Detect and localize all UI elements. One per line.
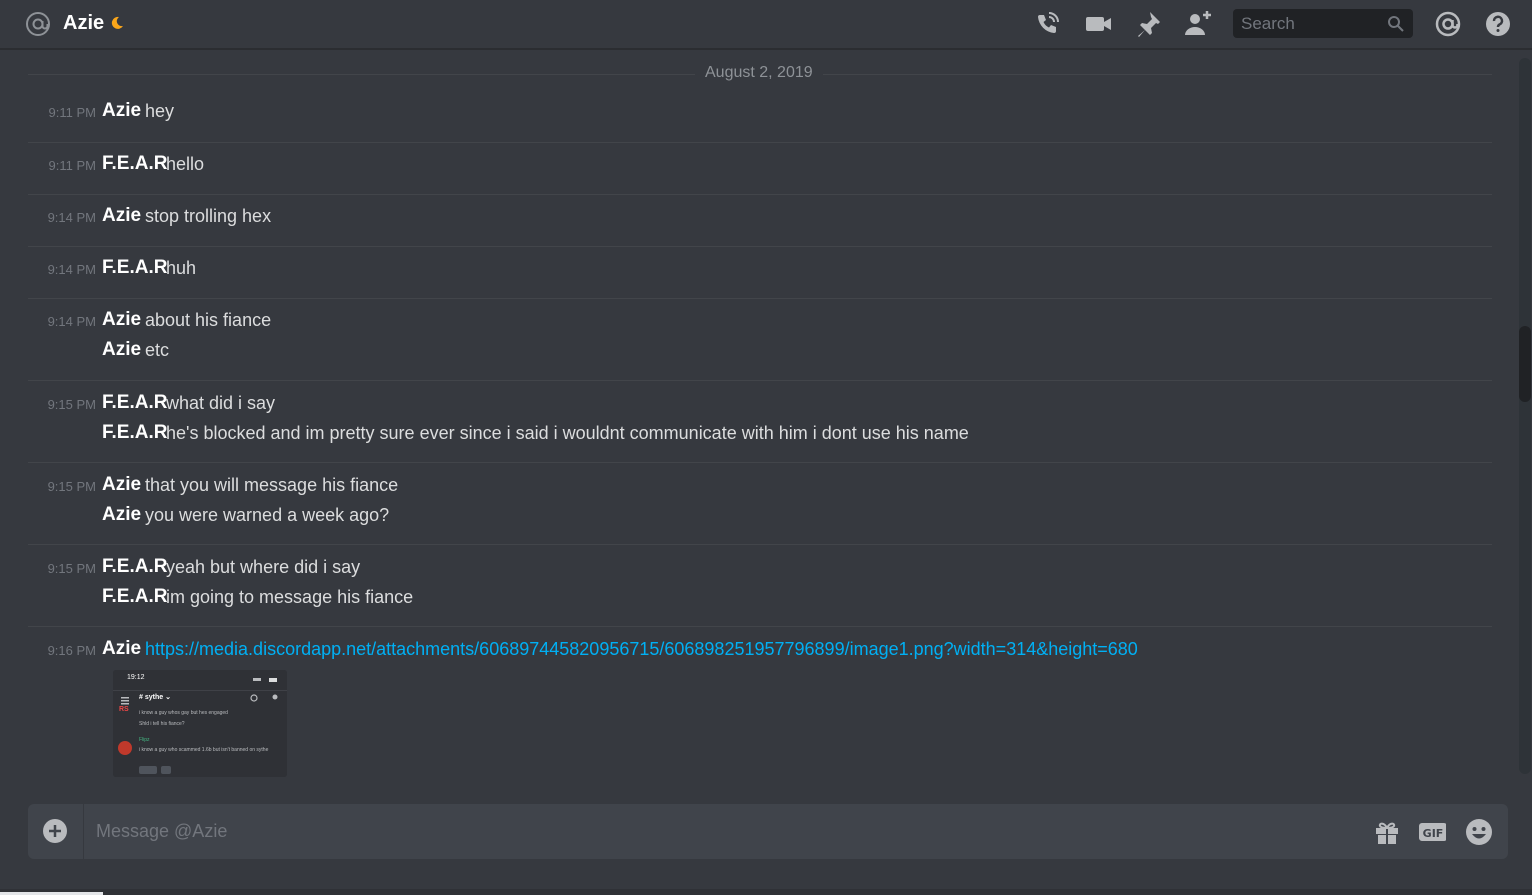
message-composer: GIF (28, 804, 1508, 859)
timestamp: 9:11 PM (48, 158, 96, 173)
search-box[interactable] (1233, 9, 1413, 38)
message: 9:15 PM F.E.A.R yeah but where did i say (28, 556, 1492, 580)
message: 9:14 PM Azie stop trolling hex (28, 205, 1492, 229)
message: 9:14 PM F.E.A.R huh (28, 257, 1492, 281)
preview-line: Shld i tell his fiance? (139, 721, 185, 727)
mention-icon[interactable] (1433, 9, 1463, 39)
author-name[interactable]: F.E.A.R (102, 392, 167, 414)
message-text: hey (145, 101, 175, 121)
author-name[interactable]: Azie (102, 339, 141, 361)
message: 9:11 PM Azie hey (28, 100, 1492, 124)
preview-line: i know a guy whos gay but hes engaged (139, 710, 228, 716)
author-name[interactable]: F.E.A.R (102, 422, 167, 444)
message-group: 9:15 PM Azie that you will message his f… (28, 463, 1492, 545)
message-text: he's blocked and im pretty sure ever sin… (166, 423, 969, 443)
timestamp: 9:15 PM (47, 397, 96, 412)
author-name[interactable]: Azie (102, 638, 141, 660)
bottom-strip (0, 889, 1532, 895)
preview-badge: RS (119, 706, 129, 713)
message-text: stop trolling hex (145, 206, 272, 226)
message: F.E.A.R im going to message his fiance (28, 586, 1492, 610)
date-divider: August 2, 2019 (695, 64, 823, 82)
at-icon (26, 12, 50, 36)
message: 9:11 PM F.E.A.R hello (28, 153, 1492, 177)
author-name[interactable]: Azie (102, 205, 141, 227)
emoji-icon[interactable] (1465, 818, 1493, 846)
timestamp: 9:15 PM (47, 479, 96, 494)
message-input[interactable] (96, 804, 1356, 859)
message: 9:15 PM F.E.A.R what did i say (28, 392, 1492, 416)
video-call-icon[interactable] (1083, 9, 1113, 39)
author-name[interactable]: F.E.A.R (102, 586, 167, 608)
timestamp: 9:14 PM (47, 210, 96, 225)
message-text: huh (166, 258, 197, 278)
message-text: about his fiance (145, 310, 272, 330)
message-group: 9:11 PM F.E.A.R hello (28, 143, 1492, 195)
message: Azie you were warned a week ago? (28, 504, 1492, 528)
moon-icon (111, 16, 123, 29)
page-title: Azie (63, 12, 105, 34)
author-name[interactable]: Azie (102, 474, 141, 496)
pin-icon[interactable] (1133, 9, 1163, 39)
scrollbar-thumb[interactable] (1519, 326, 1531, 402)
message-group: 9:11 PM Azie hey (28, 99, 1492, 143)
composer-divider (83, 804, 84, 859)
message-group: 9:14 PM Azie about his fiance Azie etc (28, 299, 1492, 381)
message-group: 9:14 PM Azie stop trolling hex (28, 195, 1492, 247)
preview-status-time: 19:12 (127, 674, 145, 681)
message-group: 9:14 PM F.E.A.R huh (28, 247, 1492, 299)
message-group: 9:15 PM F.E.A.R what did i say F.E.A.R h… (28, 381, 1492, 463)
plus-circle-icon[interactable] (42, 818, 68, 844)
preview-line: i know a guy who scammed 1.6b but isn't … (139, 747, 269, 753)
message-text: that you will message his fiance (145, 475, 399, 495)
message-text: hello (166, 154, 205, 174)
message: 9:14 PM Azie about his fiance (28, 309, 1492, 333)
svg-text:GIF: GIF (1423, 827, 1444, 840)
timestamp: 9:15 PM (47, 561, 96, 576)
phone-call-icon[interactable] (1032, 9, 1062, 39)
search-icon[interactable] (1387, 15, 1405, 33)
message-text: you were warned a week ago? (145, 505, 390, 525)
message-text: what did i say (166, 393, 276, 413)
timestamp: 9:14 PM (47, 314, 96, 329)
message-text: im going to message his fiance (166, 587, 414, 607)
timestamp: 9:16 PM (47, 643, 96, 658)
author-name[interactable]: F.E.A.R (102, 257, 167, 279)
author-name[interactable]: F.E.A.R (102, 153, 167, 175)
author-name[interactable]: F.E.A.R (102, 556, 167, 578)
image-attachment[interactable]: 19:12 # sythe ⌄ RS i know a guy whos gay… (113, 670, 287, 777)
message: F.E.A.R he's blocked and im pretty sure … (28, 422, 1492, 446)
message-group: 9:15 PM F.E.A.R yeah but where did i say… (28, 545, 1492, 627)
message: 9:16 PM Azie https://media.discordapp.ne… (28, 638, 1492, 662)
preview-name: Flipz (139, 737, 150, 743)
message: 9:15 PM Azie that you will message his f… (28, 474, 1492, 498)
add-friend-icon[interactable] (1183, 9, 1213, 39)
preview-channel: # sythe ⌄ (139, 694, 171, 701)
attachment-link[interactable]: https://media.discordapp.net/attachments… (145, 639, 1138, 660)
gif-icon[interactable]: GIF (1418, 818, 1446, 846)
author-name[interactable]: Azie (102, 309, 141, 331)
channel-header: Azie (0, 0, 1532, 50)
author-name[interactable]: Azie (102, 100, 141, 122)
timestamp: 9:14 PM (47, 262, 96, 277)
gift-icon[interactable] (1373, 818, 1401, 846)
message-text: etc (145, 340, 170, 360)
author-name[interactable]: Azie (102, 504, 141, 526)
help-icon[interactable] (1483, 9, 1513, 39)
message-list[interactable]: August 2, 2019 9:11 PM Azie hey 9:11 PM … (28, 54, 1492, 778)
message-text: yeah but where did i say (166, 557, 361, 577)
scrollbar[interactable] (1519, 58, 1531, 774)
search-input[interactable] (1233, 9, 1383, 38)
message: Azie etc (28, 339, 1492, 363)
timestamp: 9:11 PM (48, 105, 96, 120)
